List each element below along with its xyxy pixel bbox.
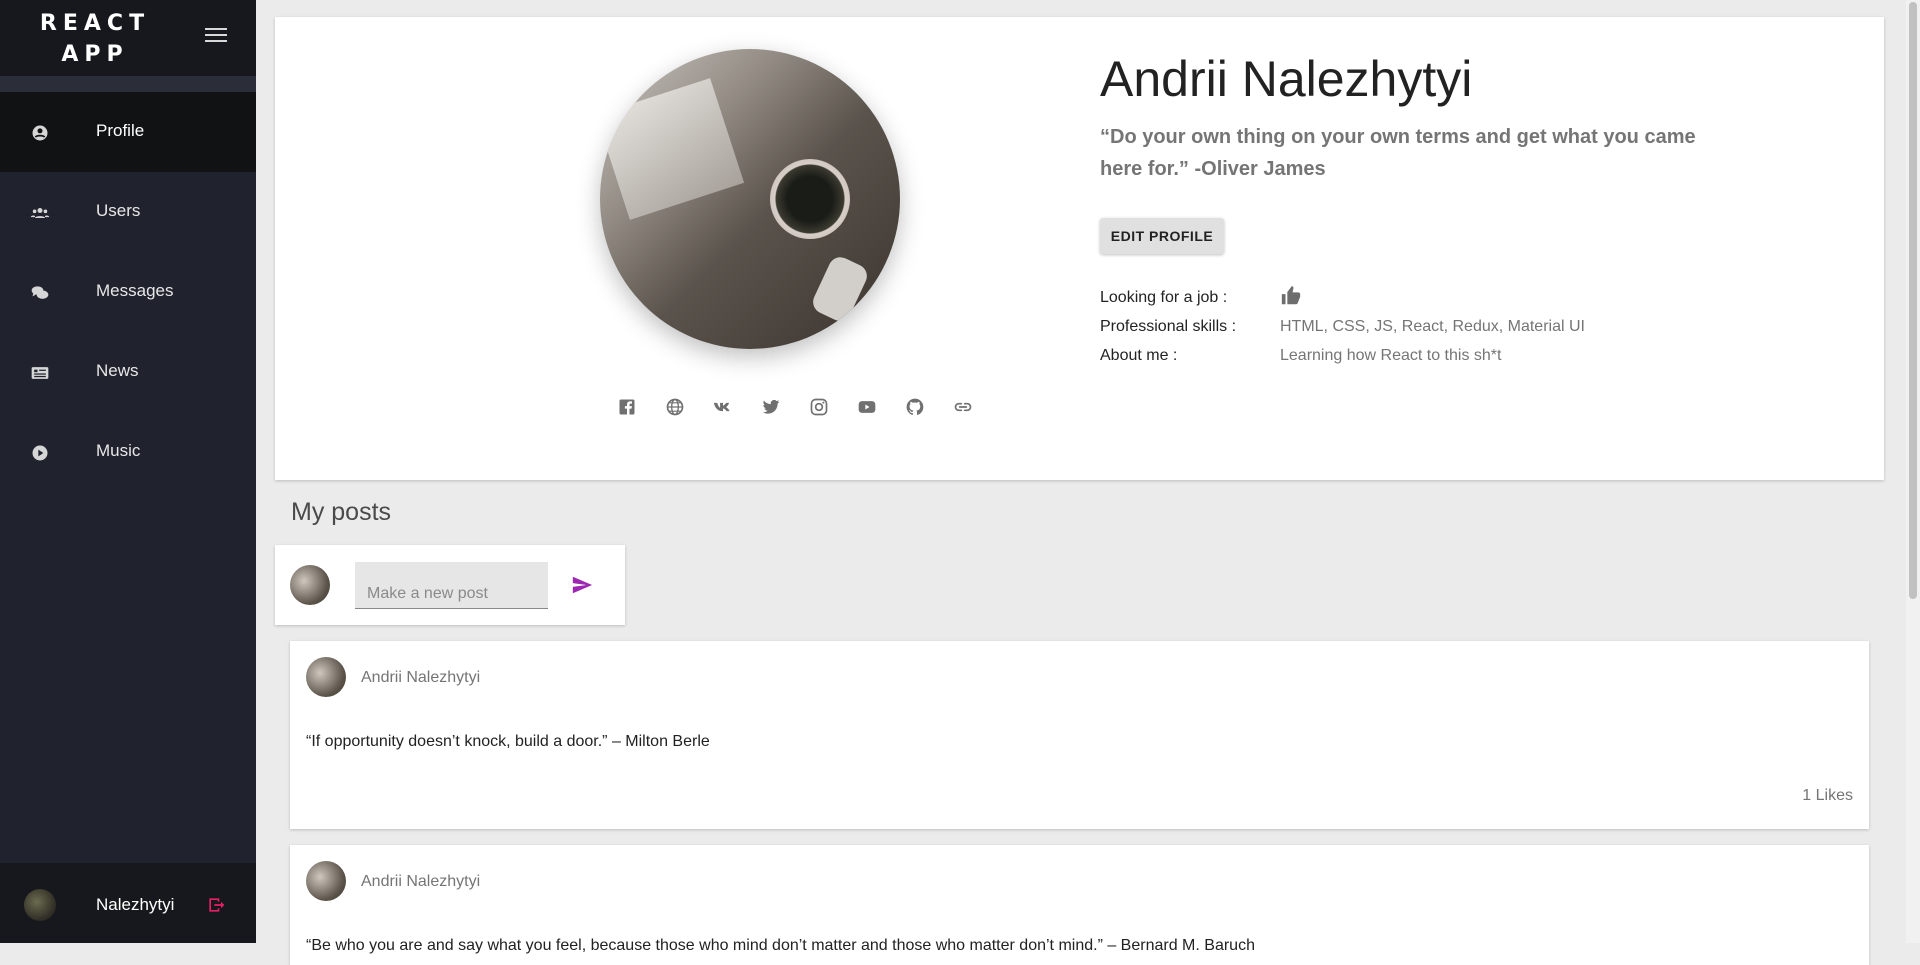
job-label: Looking for a job :	[1100, 289, 1228, 306]
sidebar-item-messages[interactable]: Messages	[0, 252, 256, 332]
thumb-up-icon	[1281, 285, 1301, 305]
post-card: Andrii Nalezhytyi “If opportunity doesn’…	[290, 641, 1869, 829]
sidebar-item-label: Messages	[96, 281, 174, 300]
new-post-card	[275, 545, 625, 625]
avatar	[306, 657, 346, 697]
edit-profile-button[interactable]: EDIT PROFILE	[1100, 218, 1224, 254]
about-value: Learning how React to this sh*t	[1280, 347, 1502, 364]
account-circle-icon	[32, 125, 48, 141]
divider	[0, 76, 256, 92]
social-links	[565, 397, 1025, 425]
post-text: “If opportunity doesn’t knock, build a d…	[306, 733, 710, 750]
sidebar-item-users[interactable]: Users	[0, 172, 256, 252]
profile-status: “Do your own thing on your own terms and…	[1100, 126, 1696, 180]
vk-icon[interactable]	[713, 397, 733, 417]
facebook-icon[interactable]	[617, 397, 637, 417]
sidebar-item-label: News	[96, 361, 139, 380]
sidebar-item-profile[interactable]: Profile	[0, 92, 256, 172]
chat-bubbles-icon	[31, 286, 49, 299]
website-icon[interactable]	[665, 397, 685, 417]
scrollbar-thumb[interactable]	[1909, 2, 1917, 599]
post-author: Andrii Nalezhytyi	[361, 873, 481, 890]
sidebar-item-label: Users	[96, 201, 141, 220]
post-likes[interactable]: 1 Likes	[1802, 787, 1853, 805]
menu-icon[interactable]	[205, 28, 227, 46]
newspaper-icon	[31, 367, 49, 379]
skills-label: Professional skills :	[1100, 318, 1237, 335]
about-label: About me :	[1100, 347, 1178, 364]
github-icon[interactable]	[905, 397, 925, 417]
profile-name: Andrii Nalezhytyi	[1100, 51, 1473, 107]
post-author: Andrii Nalezhytyi	[361, 669, 481, 686]
profile-card: Andrii Nalezhytyi “Do your own thing on …	[275, 17, 1884, 480]
avatar[interactable]	[24, 889, 56, 921]
scrollbar[interactable]	[1906, 0, 1920, 943]
post-card: Andrii Nalezhytyi “Be who you are and sa…	[290, 845, 1869, 965]
instagram-icon[interactable]	[809, 397, 829, 417]
username: Nalezhytyi	[96, 895, 175, 914]
sidebar: REACT APP Profile Users Messages News Mu…	[0, 0, 256, 943]
sidebar-item-label: Profile	[96, 121, 145, 140]
play-circle-icon	[32, 445, 48, 461]
post-text: “Be who you are and say what you feel, b…	[306, 937, 1255, 954]
avatar	[290, 565, 330, 605]
youtube-icon[interactable]	[857, 397, 877, 417]
sidebar-item-music[interactable]: Music	[0, 412, 256, 492]
send-icon[interactable]	[570, 574, 594, 596]
brand-header: REACT APP	[0, 0, 256, 76]
new-post-input[interactable]	[355, 562, 548, 609]
sidebar-item-news[interactable]: News	[0, 332, 256, 412]
logout-icon[interactable]	[206, 895, 226, 915]
avatar	[306, 861, 346, 901]
sidebar-footer: Nalezhytyi	[0, 863, 256, 943]
link-icon[interactable]	[953, 397, 973, 417]
twitter-icon[interactable]	[761, 397, 781, 417]
skills-value: HTML, CSS, JS, React, Redux, Material UI	[1280, 318, 1585, 335]
profile-photo	[600, 49, 900, 349]
app-logo-text: REACT APP	[39, 11, 151, 67]
posts-title: My posts	[291, 498, 392, 526]
sidebar-item-label: Music	[96, 441, 141, 460]
people-icon	[30, 208, 50, 218]
